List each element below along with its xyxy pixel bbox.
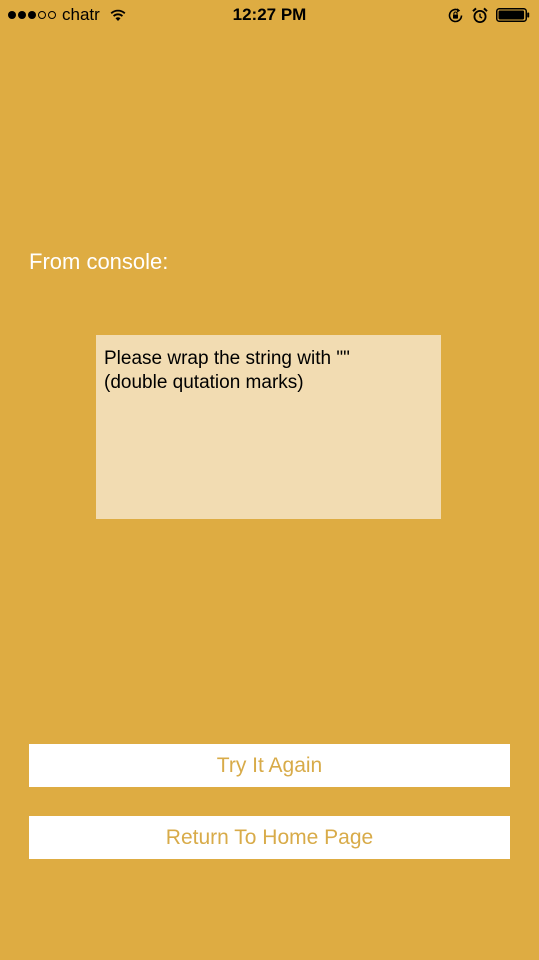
status-bar-right [447,5,530,25]
alarm-icon [472,7,488,24]
console-output-box: Please wrap the string with "" (double q… [96,335,441,519]
rotation-lock-icon [447,7,464,24]
battery-icon [496,7,530,23]
return-home-button[interactable]: Return To Home Page [29,816,510,859]
console-message: Please wrap the string with "" (double q… [104,348,356,393]
try-again-button[interactable]: Try It Again [29,744,510,787]
status-bar: chatr 12:27 PM [0,0,539,30]
console-label: From console: [29,249,169,274]
